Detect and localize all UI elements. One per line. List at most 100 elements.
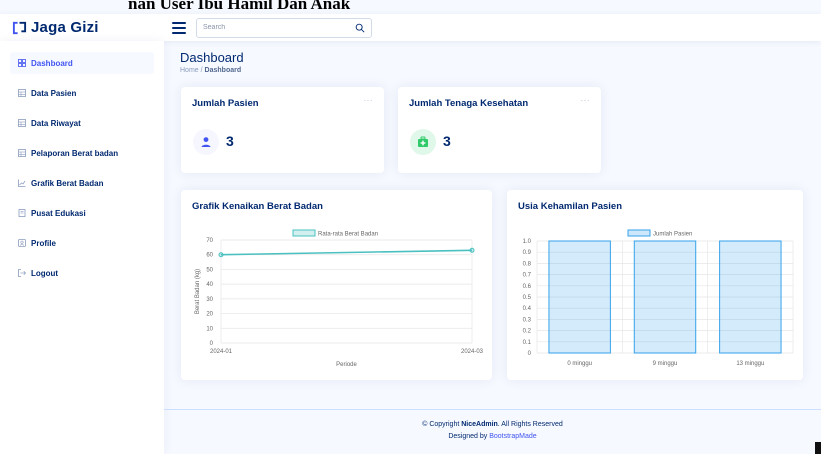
y-tick-label: 20 [206,312,213,318]
chart-icon [18,179,26,187]
y-tick-label: 0.4 [523,306,532,312]
sidebar-item-profile[interactable]: Profile [10,232,154,254]
caption-text: nan User Ibu Hamil Dan Anak [128,0,351,13]
page-title-block: Dashboard Home / Dashboard [180,50,244,74]
medical-kit-icon [418,136,428,147]
x-tick-label: 9 minggu [653,361,678,367]
legend-label: Rata-rata Berat Badan [318,232,378,238]
footer: © Copyright NiceAdmin. All Rights Reserv… [164,409,821,454]
x-tick-label: 13 minggu [736,361,764,367]
x-tick-label: 0 minggu [567,361,592,367]
y-tick-label: 0.9 [523,250,532,256]
search-icon[interactable] [355,23,365,33]
logo[interactable]: Jaga Gizi [12,19,162,36]
table-icon [18,149,26,157]
more-options-icon[interactable]: ··· [364,96,374,105]
sidebar-item-label: Grafik Berat Badan [31,178,104,188]
x-axis-title: Periode [336,362,357,368]
bar [719,240,782,354]
sidebar-item-label: Data Pasien [31,88,77,98]
sidebar-item-grafik-berat-badan[interactable]: Grafik Berat Badan [10,172,154,194]
logo-icon [12,21,27,35]
more-options-icon[interactable]: ··· [581,96,591,105]
y-tick-label: 0 [528,351,532,357]
bar [548,240,611,354]
breadcrumb-current: Dashboard [204,67,242,74]
sidebar-item-pusat-edukasi[interactable]: Pusat Edukasi [10,202,154,224]
page-title: Dashboard [180,50,244,65]
legend-swatch [292,229,316,237]
bar [633,240,697,354]
y-tick-label: 0.2 [523,329,532,335]
y-tick-label: 0.1 [523,340,532,346]
sidebar-item-label: Logout [31,268,59,278]
table-icon [18,119,26,127]
person-icon [201,137,211,147]
gestation-bar-chart: Jumlah Pasien 0 0.1 0.2 0.3 0.4 0.5 0.6 0.7 0.8 0.… [523,229,794,367]
y-tick-label: 40 [206,282,213,288]
y-tick-label: 10 [206,326,213,332]
data-point [469,247,475,253]
breadcrumb: Home / Dashboard [180,67,244,74]
book-icon [18,209,26,217]
series-line [220,249,473,256]
stat-icon-wrap [410,129,436,155]
person-icon [18,239,26,247]
edge-marker [815,442,821,454]
designer-link[interactable]: BootstrapMade [489,433,536,440]
x-tick-label: 2024-01 [210,349,233,355]
health-workers-card: Jumlah Tenaga Kesehatan ··· 3 [398,87,601,173]
breadcrumb-separator: / [200,67,203,74]
data-point [218,252,224,258]
weight-line-chart: Rata-rata Berat Badan 0 10 20 30 40 50 60 70 2024… [195,229,484,368]
patients-count: 3 [226,133,234,149]
y-tick-label: 0.6 [523,284,532,290]
app-name: Jaga Gizi [31,19,99,36]
logout-icon [18,269,26,277]
y-tick-label: 0 [210,341,214,347]
designed-by-label: Designed by [448,433,488,440]
sidebar-item-label: Pusat Edukasi [31,208,86,218]
footer-brand: NiceAdmin [461,421,498,428]
header: Jaga Gizi [0,14,821,41]
table-icon [18,89,26,97]
y-tick-label: 0.8 [523,261,532,267]
sidebar-item-label: Pelaporan Berat badan [31,148,119,158]
sidebar-item-label: Dashboard [31,58,73,68]
y-tick-label: 0.3 [523,317,532,323]
y-tick-label: 1.0 [523,239,532,245]
y-tick-label: 70 [206,238,213,244]
grid-icon [18,59,26,67]
page: nan User Ibu Hamil Dan Anak Jaga Gizi Da… [0,0,821,454]
sidebar-item-dashboard[interactable]: Dashboard [10,52,154,74]
toggle-sidebar-icon[interactable] [172,21,186,34]
sidebar-item-data-pasien[interactable]: Data Pasien [10,82,154,104]
sidebar-item-logout[interactable]: Logout [10,262,154,284]
sidebar-item-pelaporan-berat-badan[interactable]: Pelaporan Berat badan [10,142,154,164]
y-tick-label: 60 [206,253,213,259]
card-title: Jumlah Pasien [192,98,259,109]
y-tick-label: 30 [206,297,213,303]
card-title: Jumlah Tenaga Kesehatan [409,98,529,109]
footer-rights: . All Rights Reserved [497,421,563,428]
stat-icon-wrap [193,129,219,155]
sidebar-item-label: Profile [31,238,56,248]
y-axis-title: Berat Badan (kg) [195,269,201,314]
search-input[interactable] [203,24,355,31]
y-tick-label: 0.5 [523,295,532,301]
weight-chart-card: Grafik Kenaikan Berat Badan Rata-rata Be… [181,190,492,380]
copyright-prefix: © Copyright [422,421,460,428]
health-workers-count: 3 [443,133,451,149]
y-tick-label: 50 [206,267,213,273]
sidebar-item-data-riwayat[interactable]: Data Riwayat [10,112,154,134]
sidebar: Dashboard Data Pasien Data Riwayat Pelap… [0,41,164,454]
sidebar-item-label: Data Riwayat [31,118,81,128]
gestation-chart-card: Usia Kehamilan Pasien Jumlah Pasien 0 0.1 0… [507,190,803,380]
patients-card: Jumlah Pasien ··· 3 [181,87,384,173]
x-tick-label: 2024-03 [461,349,484,355]
y-tick-label: 0.7 [523,273,532,279]
legend-swatch [627,229,651,237]
search-bar [196,17,372,38]
breadcrumb-home[interactable]: Home [180,67,199,74]
legend-label: Jumlah Pasien [653,232,692,238]
